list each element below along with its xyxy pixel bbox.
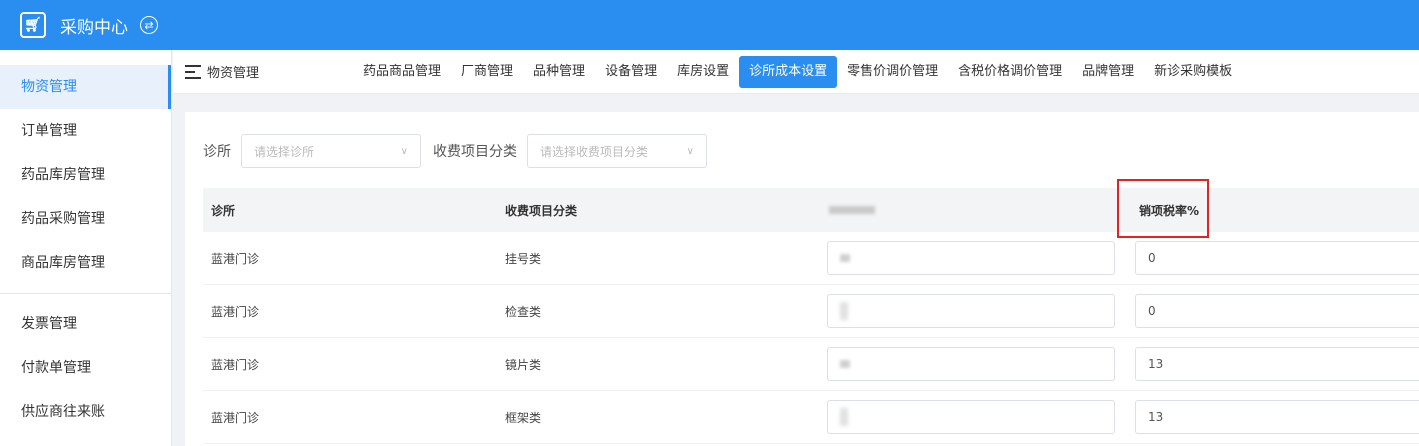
category-filter-label: 收费项目分类 — [433, 144, 517, 160]
tab-bar: 物资管理 药品商品管理 厂商管理 品种管理 设备管理 库房设置 诊所成本设置 零… — [173, 50, 1419, 94]
header-clinic: 诊所 — [211, 203, 236, 218]
cell-clinic: 蓝港门诊 — [211, 304, 260, 319]
tab-varieties[interactable]: 品种管理 — [523, 56, 595, 88]
sidebar-item-invoices[interactable]: 发票管理 — [0, 302, 171, 346]
header-category: 收费项目分类 — [505, 203, 578, 218]
chevron-down-icon: ∨ — [400, 145, 408, 157]
sidebar-item-supplier-accounts[interactable]: 供应商往来账 — [0, 390, 171, 434]
cell-rate: 0 — [1129, 241, 1419, 275]
tab-equipment[interactable]: 设备管理 — [595, 56, 667, 88]
menu-icon[interactable] — [185, 64, 201, 79]
tab-tax-price-adjust[interactable]: 含税价格调价管理 — [948, 56, 1072, 88]
tab-new-clinic-template[interactable]: 新诊采购模板 — [1144, 56, 1242, 88]
cell-redacted — [827, 241, 1129, 275]
sidebar-item-materials[interactable]: 物资管理 — [0, 65, 171, 109]
tab-brands[interactable]: 品牌管理 — [1072, 56, 1144, 88]
tab-retail-price-adjust[interactable]: 零售价调价管理 — [837, 56, 948, 88]
cell-redacted — [827, 294, 1129, 328]
table-header: 诊所 收费项目分类 销项税率% — [203, 188, 1419, 232]
redacted-input[interactable] — [827, 241, 1115, 275]
redacted-input[interactable] — [827, 294, 1115, 328]
tax-rate-input[interactable]: 0 — [1135, 241, 1419, 275]
filter-bar: 诊所 请选择诊所 ∨ 收费项目分类 请选择收费项目分类 ∨ — [203, 134, 719, 168]
cell-rate: 13 — [1129, 400, 1419, 434]
redacted-input[interactable] — [827, 400, 1115, 434]
table-row: 蓝港门诊 检查类 0 — [203, 285, 1419, 338]
cell-category: 镜片类 — [505, 357, 542, 372]
clinic-select[interactable]: 请选择诊所 ∨ — [241, 134, 421, 168]
sidebar: 物资管理 订单管理 药品库房管理 药品采购管理 商品库房管理 发票管理 付款单管… — [0, 50, 172, 446]
table-row: 蓝港门诊 挂号类 0 — [203, 232, 1419, 285]
category-select[interactable]: 请选择收费项目分类 ∨ — [527, 134, 707, 168]
cost-table: 诊所 收费项目分类 销项税率% 蓝港门诊 挂号类 0 蓝港门诊 检查类 0 蓝港… — [203, 188, 1419, 444]
table-row: 蓝港门诊 镜片类 13 — [203, 338, 1419, 391]
cell-redacted — [827, 400, 1129, 434]
app-title: 采购中心 — [60, 17, 128, 38]
cell-category: 框架类 — [505, 410, 542, 425]
sidebar-item-goods-warehouse[interactable]: 商品库房管理 — [0, 241, 171, 285]
header-redacted — [827, 203, 1129, 217]
section-title: 物资管理 — [207, 66, 260, 81]
tab-list: 药品商品管理 厂商管理 品种管理 设备管理 库房设置 诊所成本设置 零售价调价管… — [353, 55, 1242, 88]
chevron-down-icon: ∨ — [686, 145, 694, 157]
highlight-box — [1117, 179, 1209, 238]
tax-rate-input[interactable]: 13 — [1135, 347, 1419, 381]
switch-icon[interactable]: ⇄ — [140, 16, 158, 34]
tab-manufacturers[interactable]: 厂商管理 — [451, 56, 523, 88]
cell-clinic: 蓝港门诊 — [211, 410, 260, 425]
clinic-select-placeholder: 请选择诊所 — [254, 144, 315, 159]
main-content: 诊所 请选择诊所 ∨ 收费项目分类 请选择收费项目分类 ∨ 诊所 收费项目分类 … — [185, 112, 1419, 446]
sidebar-item-payments[interactable]: 付款单管理 — [0, 346, 171, 390]
cell-clinic: 蓝港门诊 — [211, 251, 260, 266]
sidebar-item-orders[interactable]: 订单管理 — [0, 109, 171, 153]
cell-rate: 13 — [1129, 347, 1419, 381]
table-row: 蓝港门诊 框架类 13 — [203, 391, 1419, 444]
top-bar: 🛒︎ 采购中心 ⇄ — [0, 0, 1419, 50]
cell-rate: 0 — [1129, 294, 1419, 328]
sidebar-divider — [0, 293, 171, 294]
tax-rate-input[interactable]: 13 — [1135, 400, 1419, 434]
category-select-placeholder: 请选择收费项目分类 — [540, 144, 649, 159]
redacted-text — [829, 206, 875, 214]
sidebar-item-drug-purchase[interactable]: 药品采购管理 — [0, 197, 171, 241]
tab-clinic-cost-settings[interactable]: 诊所成本设置 — [739, 55, 838, 88]
clinic-filter-label: 诊所 — [203, 144, 231, 160]
sidebar-item-drug-warehouse[interactable]: 药品库房管理 — [0, 153, 171, 197]
cart-icon: 🛒︎ — [20, 12, 46, 38]
cell-redacted — [827, 347, 1129, 381]
cell-category: 检查类 — [505, 304, 542, 319]
tab-drug-goods[interactable]: 药品商品管理 — [353, 56, 451, 88]
cell-category: 挂号类 — [505, 251, 542, 266]
tab-warehouse-settings[interactable]: 库房设置 — [667, 56, 739, 88]
cell-clinic: 蓝港门诊 — [211, 357, 260, 372]
tax-rate-input[interactable]: 0 — [1135, 294, 1419, 328]
redacted-input[interactable] — [827, 347, 1115, 381]
